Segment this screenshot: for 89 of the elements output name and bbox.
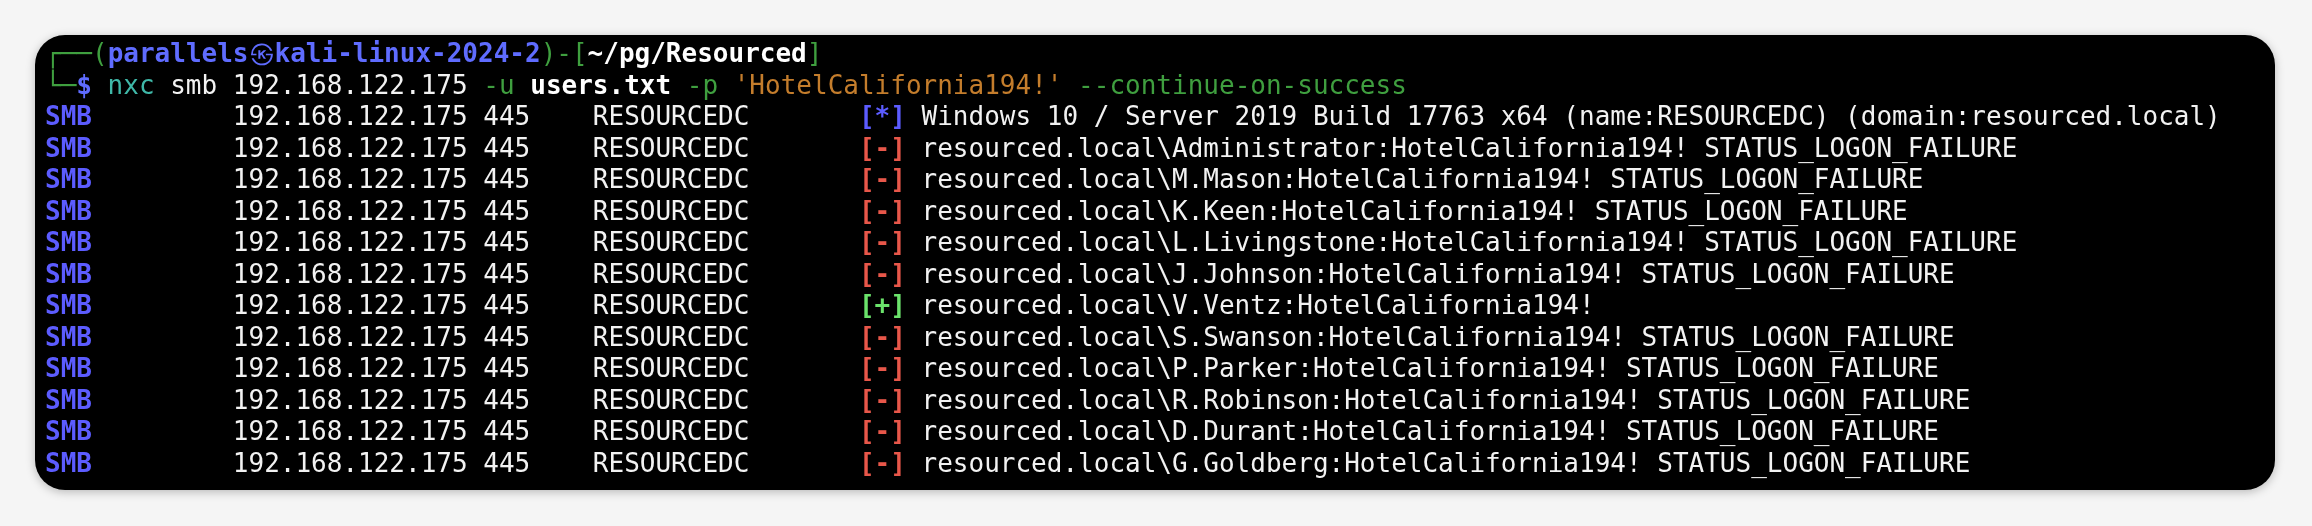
port-number: 445	[483, 164, 532, 196]
command-name-text: nxc	[107, 69, 155, 101]
port-number: 445	[483, 321, 532, 353]
status-marker: [*]	[858, 101, 907, 133]
option-text: -p	[686, 69, 719, 101]
option-text: -u	[483, 69, 515, 101]
port-number: 445	[483, 353, 532, 385]
protocol-label: SMB	[45, 416, 93, 448]
ip-address: 192.168.122.175	[232, 290, 469, 322]
protocol-label: SMB	[45, 132, 93, 164]
ip-address: 192.168.122.175	[232, 416, 469, 448]
ip-address: 192.168.122.175	[232, 353, 469, 385]
protocol-label: SMB	[45, 353, 93, 385]
hostname: RESOURCEDC	[592, 132, 751, 164]
filename-text: users.txt	[530, 69, 672, 101]
hostname: RESOURCEDC	[592, 321, 751, 353]
hostname: RESOURCEDC	[592, 290, 751, 322]
status-marker: [-]	[858, 321, 907, 353]
message-text: Windows 10 / Server 2019 Build 17763 x64 (name:RESOURCEDC) (domain:resourced.local)	[921, 101, 2221, 133]
protocol-label: SMB	[45, 195, 93, 227]
hostname: RESOURCEDC	[592, 101, 751, 133]
prompt-symbol: $	[76, 69, 92, 101]
message-text: resourced.local\Administrator:HotelCalifornia194! STATUS_LOGON_FAILURE	[921, 132, 2018, 164]
ip-address: 192.168.122.175	[232, 321, 469, 353]
message-text: resourced.local\S.Swanson:HotelCalifornia194! STATUS_LOGON_FAILURE	[921, 321, 1955, 353]
status-marker: [-]	[858, 384, 907, 416]
ip-address: 192.168.122.175	[232, 132, 469, 164]
status-marker: [+]	[858, 290, 907, 322]
status-marker: [-]	[858, 227, 907, 259]
argument-text: smb	[170, 69, 218, 101]
port-number: 445	[483, 195, 532, 227]
status-marker: [-]	[858, 258, 907, 290]
hostname: RESOURCEDC	[592, 164, 751, 196]
port-number: 445	[483, 447, 532, 479]
message-text: resourced.local\G.Goldberg:HotelCalifornia194! STATUS_LOGON_FAILURE	[921, 447, 1971, 479]
option-text: --continue-on-success	[1078, 69, 1407, 101]
message-text: resourced.local\P.Parker:HotelCalifornia194! STATUS_LOGON_FAILURE	[921, 353, 1939, 385]
protocol-label: SMB	[45, 101, 93, 133]
prompt-frame: ]	[806, 38, 823, 70]
message-text: resourced.local\L.Livingstone:HotelCalifornia194! STATUS_LOGON_FAILURE	[921, 227, 2018, 259]
hostname: RESOURCEDC	[592, 353, 751, 385]
status-marker: [-]	[858, 164, 907, 196]
hostname: RESOURCEDC	[592, 416, 751, 448]
protocol-label: SMB	[45, 384, 93, 416]
prompt-separator: ㉿	[248, 38, 275, 70]
prompt-host: kali-linux-2024-2	[274, 38, 541, 70]
hostname: RESOURCEDC	[592, 195, 751, 227]
message-text: resourced.local\J.Johnson:HotelCalifornia194! STATUS_LOGON_FAILURE	[921, 258, 1955, 290]
status-marker: [-]	[858, 416, 907, 448]
protocol-label: SMB	[45, 290, 93, 322]
hostname: RESOURCEDC	[592, 447, 751, 479]
message-text: resourced.local\D.Durant:HotelCalifornia194! STATUS_LOGON_FAILURE	[921, 416, 1939, 448]
status-marker: [-]	[858, 195, 907, 227]
message-text: resourced.local\M.Mason:HotelCalifornia194! STATUS_LOGON_FAILURE	[921, 164, 1924, 196]
port-number: 445	[483, 416, 532, 448]
message-text: resourced.local\K.Keen:HotelCalifornia194! STATUS_LOGON_FAILURE	[921, 195, 1908, 227]
message-text: resourced.local\R.Robinson:HotelCalifornia194! STATUS_LOGON_FAILURE	[921, 384, 1971, 416]
port-number: 445	[483, 258, 532, 290]
status-marker: [-]	[858, 447, 907, 479]
status-marker: [-]	[858, 132, 907, 164]
prompt-path: ~/pg/Resourced	[587, 38, 807, 70]
ip-address: 192.168.122.175	[232, 195, 469, 227]
port-number: 445	[483, 101, 532, 133]
port-number: 445	[483, 384, 532, 416]
message-text: resourced.local\V.Ventz:HotelCalifornia194!	[921, 290, 1595, 322]
prompt-frame: └─	[45, 69, 77, 101]
port-number: 445	[483, 227, 532, 259]
hostname: RESOURCEDC	[592, 258, 751, 290]
ip-address: 192.168.122.175	[232, 101, 469, 133]
ip-address: 192.168.122.175	[232, 227, 469, 259]
protocol-label: SMB	[45, 321, 93, 353]
hostname: RESOURCEDC	[592, 227, 751, 259]
ip-address: 192.168.122.175	[232, 447, 469, 479]
ip-address: 192.168.122.175	[232, 384, 469, 416]
prompt-frame: ┌──(	[45, 38, 108, 70]
protocol-label: SMB	[45, 447, 93, 479]
protocol-label: SMB	[45, 164, 93, 196]
prompt-user: parallels	[107, 38, 249, 70]
ip-address: 192.168.122.175	[232, 258, 469, 290]
protocol-label: SMB	[45, 227, 93, 259]
argument-text: 192.168.122.175	[232, 69, 468, 101]
port-number: 445	[483, 132, 532, 164]
protocol-label: SMB	[45, 258, 93, 290]
ip-address: 192.168.122.175	[232, 164, 469, 196]
status-marker: [-]	[858, 353, 907, 385]
port-number: 445	[483, 290, 532, 322]
quoted-string-text: 'HotelCalifornia194!'	[733, 69, 1063, 101]
prompt-frame: )-[	[540, 38, 588, 70]
hostname: RESOURCEDC	[592, 384, 751, 416]
